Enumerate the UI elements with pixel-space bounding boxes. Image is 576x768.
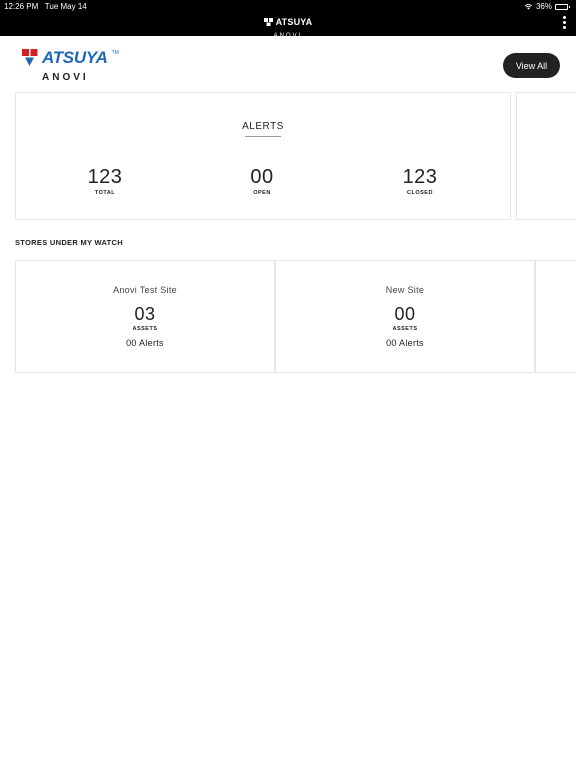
app-top-bar: 12:26 PM Tue May 14 36% ATSUYA ANOVI — [0, 0, 576, 39]
top-brand-text: ATSUYA — [275, 17, 313, 27]
atsuya-logo-mark — [263, 18, 273, 26]
battery-icon — [555, 3, 570, 10]
brand-name: ATSUYA — [42, 48, 108, 67]
view-all-button[interactable]: View All — [503, 53, 560, 78]
store-card-peek[interactable] — [535, 260, 576, 373]
store-name: Anovi Test Site — [113, 285, 177, 295]
status-date: Tue May 14 — [44, 2, 87, 11]
kebab-menu-icon[interactable] — [562, 16, 566, 29]
top-brand-sub: ANOVI — [273, 33, 303, 39]
metric-open-value: 00 — [250, 166, 274, 188]
metric-total-value: 123 — [87, 166, 123, 188]
store-assets-label: ASSETS — [392, 326, 418, 332]
wifi-icon — [524, 4, 533, 10]
brand-sub: ANOVI — [42, 72, 89, 83]
store-assets-label: ASSETS — [132, 326, 158, 332]
metric-open-label: OPEN — [253, 190, 271, 196]
top-logo: ATSUYA ANOVI — [0, 13, 576, 39]
metric-closed: 123 CLOSED — [380, 166, 460, 196]
atsuya-logo: ATSUYA TM ANOVI — [22, 48, 119, 83]
metric-open: 00 OPEN — [222, 166, 302, 196]
store-card[interactable]: New Site 00 ASSETS 00 Alerts — [275, 260, 535, 373]
stores-section-title: STORES UNDER MY WATCH — [15, 238, 123, 247]
alerts-title: ALERTS — [242, 121, 284, 132]
trademark: TM — [111, 50, 119, 56]
store-alerts: 00 Alerts — [386, 338, 424, 348]
store-assets-count: 03 — [134, 304, 156, 324]
store-alerts: 00 Alerts — [126, 338, 164, 348]
battery-percent: 36% — [535, 2, 552, 11]
status-indicators: 36% — [524, 2, 570, 11]
store-assets-count: 00 — [394, 304, 416, 324]
store-name: New Site — [385, 285, 425, 295]
metric-closed-label: CLOSED — [407, 190, 433, 196]
atsuya-logo-mark — [22, 49, 38, 66]
next-card-peek[interactable] — [516, 92, 576, 220]
status-clock: 12:26 PM — [4, 2, 39, 11]
metric-closed-value: 123 — [402, 166, 438, 188]
store-card[interactable]: Anovi Test Site 03 ASSETS 00 Alerts — [15, 260, 275, 373]
metric-total: 123 TOTAL — [65, 166, 145, 196]
metric-total-label: TOTAL — [94, 190, 116, 196]
alerts-card[interactable]: ALERTS 123 TOTAL 00 OPEN 123 CLOSED — [15, 92, 511, 220]
alerts-title-underline — [245, 136, 281, 137]
status-time: 12:26 PM Tue May 14 — [4, 2, 87, 11]
